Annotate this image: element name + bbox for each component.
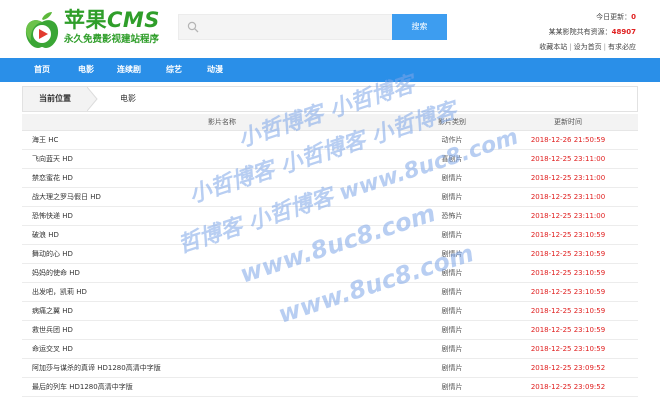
nav-item-home[interactable]: 首页	[34, 58, 50, 82]
movie-name-link[interactable]: 破浪 HD	[32, 226, 412, 245]
site-header: 苹果CMS 永久免费影视建站程序 搜索 今日更新：0 某某影院共有资源：4890…	[0, 0, 660, 58]
nav-item-anime[interactable]: 动漫	[207, 58, 223, 82]
movie-update-time: 2018-12-25 23:10:59	[530, 250, 606, 258]
site-logo[interactable]: 苹果CMS 永久免费影视建站程序	[22, 8, 182, 52]
movie-type: 剧情片	[441, 193, 463, 201]
movie-type: 剧情片	[441, 326, 463, 334]
column-header-name: 影片名称	[208, 118, 236, 126]
breadcrumb-current-label: 当前位置	[23, 87, 87, 111]
bookmark-link[interactable]: 收藏本站	[539, 43, 567, 51]
site-stats: 今日更新：0 某某影院共有资源：48907 收藏本站 | 设为首页 | 有求必应	[539, 10, 636, 55]
movie-update-time: 2018-12-25 23:10:59	[530, 288, 606, 296]
today-updates-count: 0	[631, 13, 636, 21]
table-row[interactable]: 恐怖快递 HD 恐怖片 2018-12-25 23:11:00	[22, 207, 638, 226]
movie-update-time: 2018-12-25 23:10:59	[530, 345, 606, 353]
movie-name-link[interactable]: 恐怖快递 HD	[32, 207, 412, 226]
movie-name-link[interactable]: 禁恋蜜花 HD	[32, 169, 412, 188]
movie-type: 剧情片	[441, 345, 463, 353]
table-row[interactable]: 海王 HC 动作片 2018-12-26 21:50:59	[22, 131, 638, 150]
movie-update-time: 2018-12-25 23:09:52	[530, 364, 606, 372]
set-homepage-link[interactable]: 设为首页	[574, 43, 602, 51]
table-row[interactable]: 破浪 HD 剧情片 2018-12-25 23:10:59	[22, 226, 638, 245]
breadcrumb-arrow-icon	[87, 87, 98, 111]
movie-name-link[interactable]: 出发吧，凯莉 HD	[32, 283, 412, 302]
movie-update-time: 2018-12-25 23:10:59	[530, 269, 606, 277]
search-input[interactable]	[205, 19, 385, 35]
movie-type: 剧情片	[441, 307, 463, 315]
movie-type: 剧情片	[441, 364, 463, 372]
nav-item-variety[interactable]: 综艺	[166, 58, 182, 82]
movie-type: 剧情片	[441, 269, 463, 277]
movie-update-time: 2018-12-25 23:11:00	[530, 212, 606, 220]
movie-name-link[interactable]: 妈妈的使命 HD	[32, 264, 412, 283]
table-row[interactable]: 病痛之翼 HD 剧情片 2018-12-25 23:10:59	[22, 302, 638, 321]
logo-subtitle: 永久免费影视建站程序	[64, 34, 160, 45]
nav-item-series[interactable]: 连续剧	[117, 58, 141, 82]
total-resources-count: 48907	[611, 28, 636, 36]
table-row[interactable]: 战大理之罗马假日 HD 剧情片 2018-12-25 23:11:00	[22, 188, 638, 207]
table-row[interactable]: 阿加莎与谋杀的真谛 HD1280高清中字版 剧情片 2018-12-25 23:…	[22, 359, 638, 378]
breadcrumb: 当前位置 电影	[22, 86, 638, 112]
search-button[interactable]: 搜索	[392, 14, 447, 40]
movie-type: 恐怖片	[441, 212, 463, 220]
movie-type: 剧情片	[441, 231, 463, 239]
movie-update-time: 2018-12-25 23:10:59	[530, 326, 606, 334]
request-link[interactable]: 有求必应	[608, 43, 636, 51]
table-row[interactable]: 出发吧，凯莉 HD 剧情片 2018-12-25 23:10:59	[22, 283, 638, 302]
movie-type: 动作片	[441, 136, 463, 144]
table-row[interactable]: 禁恋蜜花 HD 剧情片 2018-12-25 23:11:00	[22, 169, 638, 188]
movie-type: 剧情片	[441, 174, 463, 182]
movie-name-link[interactable]: 最后的列车 HD1280高清中字版	[32, 378, 412, 397]
movie-update-time: 2018-12-25 23:10:59	[530, 231, 606, 239]
table-row[interactable]: 救世兵团 HD 剧情片 2018-12-25 23:10:59	[22, 321, 638, 340]
table-row[interactable]: 最后的列车 HD1280高清中字版 剧情片 2018-12-25 23:09:5…	[22, 378, 638, 397]
movie-type: 剧情片	[441, 288, 463, 296]
movie-type: 喜剧片	[441, 155, 463, 163]
movie-name-link[interactable]: 病痛之翼 HD	[32, 302, 412, 321]
column-header-time: 更新时间	[554, 118, 582, 126]
movie-update-time: 2018-12-25 23:11:00	[530, 174, 606, 182]
nav-item-movies[interactable]: 电影	[78, 58, 94, 82]
main-nav: 首页 电影 连续剧 综艺 动漫	[0, 58, 660, 82]
today-updates: 今日更新：0	[596, 13, 636, 21]
table-row[interactable]: 飞向蓝天 HD 喜剧片 2018-12-25 23:11:00	[22, 150, 638, 169]
movie-type: 剧情片	[441, 250, 463, 258]
movie-name-link[interactable]: 救世兵团 HD	[32, 321, 412, 340]
table-row[interactable]: 舞动的心 HD 剧情片 2018-12-25 23:10:59	[22, 245, 638, 264]
movie-name-link[interactable]: 海王 HC	[32, 131, 412, 150]
movie-update-time: 2018-12-25 23:09:52	[530, 383, 606, 391]
movie-name-link[interactable]: 阿加莎与谋杀的真谛 HD1280高清中字版	[32, 359, 412, 378]
search-icon	[187, 21, 199, 33]
movie-update-time: 2018-12-25 23:11:00	[530, 155, 606, 163]
table-header: 影片名称 影片类别 更新时间	[22, 114, 638, 131]
header-links: 收藏本站 | 设为首页 | 有求必应	[539, 43, 636, 51]
movie-name-link[interactable]: 飞向蓝天 HD	[32, 150, 412, 169]
search-box	[178, 14, 392, 40]
movie-name-link[interactable]: 舞动的心 HD	[32, 245, 412, 264]
movie-type: 剧情片	[441, 383, 463, 391]
logo-title: 苹果CMS	[64, 8, 160, 32]
table-row[interactable]: 命运交叉 HD 剧情片 2018-12-25 23:10:59	[22, 340, 638, 359]
breadcrumb-item-movies[interactable]: 电影	[120, 87, 136, 111]
movie-name-link[interactable]: 命运交叉 HD	[32, 340, 412, 359]
movie-update-time: 2018-12-25 23:11:00	[530, 193, 606, 201]
table-row[interactable]: 妈妈的使命 HD 剧情片 2018-12-25 23:10:59	[22, 264, 638, 283]
total-resources: 某某影院共有资源：48907	[548, 28, 636, 36]
movie-update-time: 2018-12-25 23:10:59	[530, 307, 606, 315]
apple-logo-icon	[25, 12, 59, 48]
movie-name-link[interactable]: 战大理之罗马假日 HD	[32, 188, 412, 207]
movie-update-time: 2018-12-26 21:50:59	[530, 136, 606, 144]
column-header-type: 影片类别	[438, 118, 466, 126]
